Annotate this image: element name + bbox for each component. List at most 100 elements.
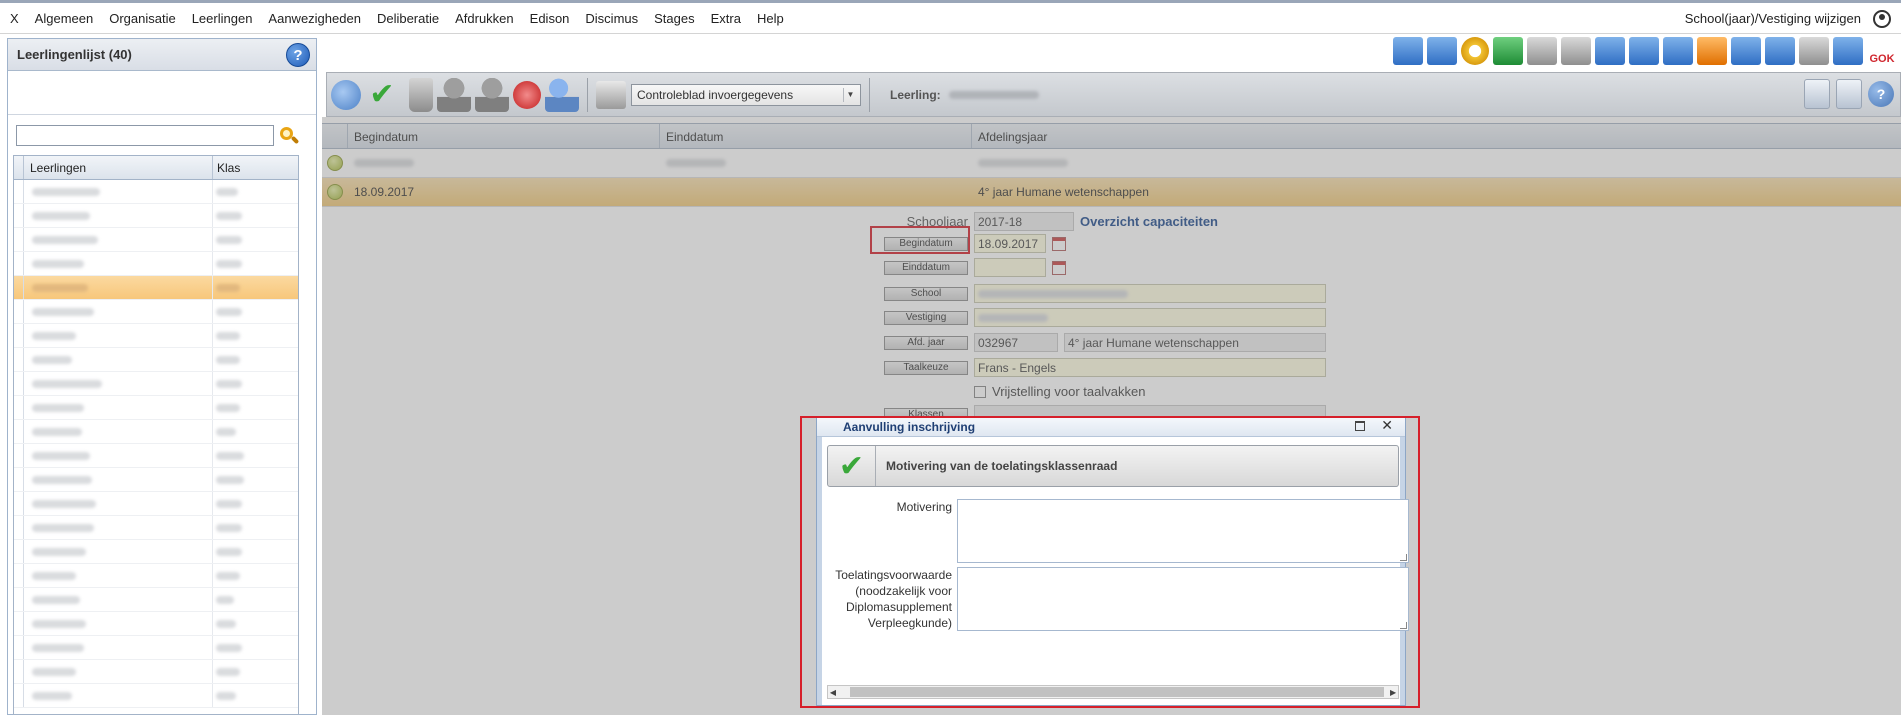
module-icon-strip: GOK <box>1393 36 1901 66</box>
column-einddatum[interactable]: Einddatum <box>660 124 972 148</box>
help-icon[interactable]: ? <box>286 43 310 67</box>
edit-sheet-icon[interactable] <box>1427 37 1457 65</box>
student-row[interactable] <box>14 684 298 708</box>
highlight-begindatum <box>870 226 970 254</box>
student-row[interactable] <box>14 300 298 324</box>
menu-organisatie[interactable]: Organisatie <box>101 3 183 33</box>
student-table-header: Leerlingen Klas <box>14 156 298 180</box>
save-check-icon[interactable]: ✔ <box>365 77 399 112</box>
user-chart-icon[interactable] <box>1833 37 1863 65</box>
person-edit-icon[interactable] <box>545 77 579 112</box>
toolbar-separator <box>587 77 588 112</box>
column-afdelingsjaar[interactable]: Afdelingsjaar <box>972 124 1901 148</box>
student-row[interactable] <box>14 444 298 468</box>
einddatum-button[interactable]: Einddatum <box>884 260 968 275</box>
einddatum-input[interactable] <box>974 258 1046 277</box>
row-afdelingsjaar: 4° jaar Humane wetenschappen <box>978 185 1149 199</box>
student-row[interactable] <box>14 612 298 636</box>
help-icon[interactable]: ? <box>1868 81 1894 107</box>
student-row[interactable] <box>14 372 298 396</box>
school-red-icon[interactable] <box>513 80 541 109</box>
student-row[interactable] <box>14 492 298 516</box>
mail-icon[interactable] <box>1595 37 1625 65</box>
house-icon[interactable] <box>1527 37 1557 65</box>
menu-stages[interactable]: Stages <box>646 3 702 33</box>
calendar-grid-icon[interactable] <box>1804 79 1830 109</box>
menu-extra[interactable]: Extra <box>703 3 749 33</box>
afd-jaar-button[interactable]: Afd. jaar <box>884 335 968 350</box>
student-row[interactable] <box>14 660 298 684</box>
student-row[interactable] <box>14 396 298 420</box>
form-row-afd-jaar: Afd. jaar 032967 4° jaar Humane wetensch… <box>322 333 1326 352</box>
menu-leerlingen[interactable]: Leerlingen <box>184 3 261 33</box>
schooljaar-value: 2017-18 <box>974 212 1074 231</box>
document-edit-icon[interactable] <box>1836 79 1862 109</box>
column-begindatum[interactable]: Begindatum <box>348 124 660 148</box>
afd-jaar-code: 032967 <box>974 333 1058 352</box>
chevron-down-icon[interactable]: ▼ <box>843 87 857 102</box>
menu-algemeen[interactable]: Algemeen <box>27 3 102 33</box>
menu-help[interactable]: Help <box>749 3 792 33</box>
school-button[interactable]: School <box>884 286 968 301</box>
menu-edison[interactable]: Edison <box>522 3 578 33</box>
student-row[interactable] <box>14 252 298 276</box>
vrijstelling-checkbox[interactable] <box>974 385 986 398</box>
student-row[interactable] <box>14 276 298 300</box>
menu-aanwezigheden[interactable]: Aanwezigheden <box>260 3 369 33</box>
phone-icon[interactable] <box>1561 37 1591 65</box>
begindatum-input[interactable]: 18.09.2017 <box>974 234 1046 253</box>
student-row[interactable] <box>14 420 298 444</box>
vrijstelling-label: Vrijstelling voor taalvakken <box>992 384 1146 399</box>
user-icon[interactable] <box>1873 10 1891 28</box>
menu-close[interactable]: X <box>0 3 27 33</box>
student-row[interactable] <box>14 324 298 348</box>
enrollment-row-selected[interactable]: 18.09.2017 4° jaar Humane wetenschappen <box>322 178 1901 207</box>
menu-deliberatie[interactable]: Deliberatie <box>369 3 447 33</box>
student-row[interactable] <box>14 348 298 372</box>
student-row[interactable] <box>14 204 298 228</box>
person-s-icon[interactable] <box>475 77 509 112</box>
student-row[interactable] <box>14 564 298 588</box>
student-row[interactable] <box>14 516 298 540</box>
card-settings-icon[interactable] <box>1799 37 1829 65</box>
printer-icon[interactable] <box>596 80 626 109</box>
student-list-panel: Leerlingenlijst (40) ? Leerlingen Klas <box>7 38 317 715</box>
form-row-school: School <box>322 284 1326 303</box>
student-search-input[interactable] <box>16 125 274 146</box>
id-card-icon[interactable] <box>1393 37 1423 65</box>
student-row[interactable] <box>14 180 298 204</box>
taalkeuze-value: Frans - Engels <box>974 358 1326 377</box>
delete-bin-icon[interactable] <box>409 77 433 112</box>
undo-icon[interactable] <box>331 79 361 110</box>
vestiging-button[interactable]: Vestiging <box>884 310 968 325</box>
column-klas[interactable]: Klas <box>213 156 298 179</box>
person-k-icon[interactable] <box>437 77 471 112</box>
clock-icon[interactable] <box>1461 37 1489 65</box>
form-row-vrijstelling: Vrijstelling voor taalvakken <box>322 384 1145 399</box>
student-row[interactable] <box>14 588 298 612</box>
calendar-icon[interactable] <box>1052 260 1066 275</box>
student-row[interactable] <box>14 540 298 564</box>
ruler-icon[interactable] <box>1731 37 1761 65</box>
enrollment-row[interactable] <box>322 149 1901 178</box>
people-list-icon[interactable] <box>1663 37 1693 65</box>
student-row[interactable] <box>14 636 298 660</box>
menu-discimus[interactable]: Discimus <box>577 3 646 33</box>
taalkeuze-button[interactable]: Taalkeuze <box>884 360 968 375</box>
student-row[interactable] <box>14 468 298 492</box>
search-icon[interactable] <box>280 126 300 145</box>
column-leerlingen[interactable]: Leerlingen <box>24 156 213 179</box>
calendar-icon[interactable] <box>1052 236 1066 251</box>
overzicht-capaciteiten-link[interactable]: Overzicht capaciteiten <box>1080 214 1218 229</box>
notebook-icon[interactable] <box>1493 37 1523 65</box>
current-student-name-redacted <box>948 90 1039 99</box>
report-select-value: Controleblad invoergegevens <box>637 87 794 102</box>
student-row[interactable] <box>14 228 298 252</box>
gok-icon[interactable]: GOK <box>1867 37 1897 65</box>
change-school-link[interactable]: School(jaar)/Vestiging wijzigen <box>1685 3 1861 33</box>
report-select[interactable]: Controleblad invoergegevens ▼ <box>631 83 861 106</box>
group-icon[interactable] <box>1629 37 1659 65</box>
id-settings-icon[interactable] <box>1765 37 1795 65</box>
menu-afdrukken[interactable]: Afdrukken <box>447 3 522 33</box>
report-icon[interactable] <box>1697 37 1727 65</box>
